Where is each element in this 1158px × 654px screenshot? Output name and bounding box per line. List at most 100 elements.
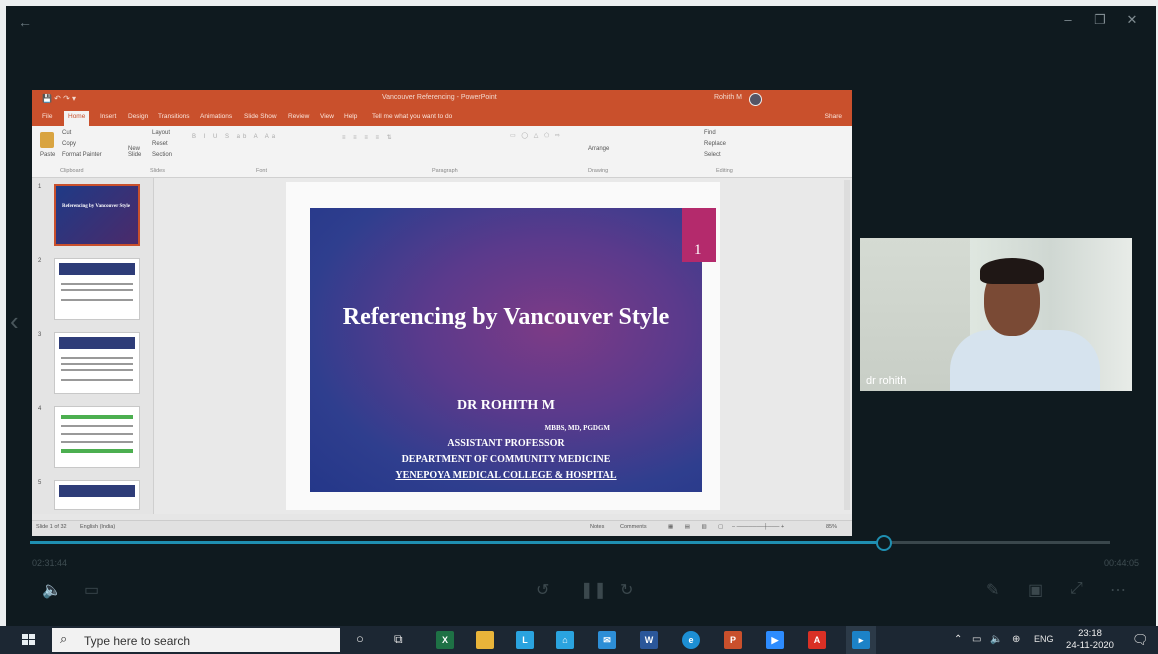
minimize-icon[interactable]: – [1056,12,1080,27]
store-icon[interactable]: ⌂ [556,631,574,649]
view-buttons[interactable]: ▦ ▤ ▥ ▢ [668,524,728,530]
zoom-level[interactable]: 85% [826,524,837,530]
captions-icon[interactable]: ▭ [84,580,99,600]
progress-played[interactable] [30,541,884,544]
mini-view-icon[interactable]: ▣ [1028,580,1043,600]
network-icon[interactable]: ⊕ [1012,634,1020,645]
tab-transitions[interactable]: Transitions [158,113,190,120]
comments-button[interactable]: Comments [620,524,647,530]
progress-remaining[interactable] [884,541,1110,544]
zoom-icon[interactable]: ▶ [766,631,784,649]
slide-1[interactable]: 1 Referencing by Vancouver Style DR ROHI… [310,208,716,492]
thumb-text-line [61,289,133,291]
quick-access-icons[interactable]: 💾 ↶ ↷ ▾ [42,94,76,103]
tab-home[interactable]: Home [64,111,90,126]
taskbar-search-box[interactable]: ⌕ Type here to search [52,628,340,652]
vertical-scrollbar[interactable] [844,180,850,510]
layout-button[interactable]: Layout [152,130,170,136]
tab-animations[interactable]: Animations [200,113,232,120]
skip-forward-30-icon[interactable]: ↻ [620,580,633,600]
new-slide-button[interactable]: New Slide [128,146,148,158]
pause-icon[interactable]: ❚❚ [580,580,607,600]
fullscreen-icon[interactable]: ⤢ [1070,580,1083,598]
battery-icon[interactable]: ▭ [972,634,981,645]
clock[interactable]: 23:18 24-11-2020 [1060,628,1120,652]
thumb-text-line [61,441,133,443]
cut-button[interactable]: Cut [62,130,71,136]
movies-tv-icon[interactable]: ▸ [852,631,870,649]
edge-icon[interactable]: e [682,631,700,649]
arrange-button[interactable]: Arrange [588,146,609,152]
mail-icon[interactable]: ✉ [598,631,616,649]
cortana-icon[interactable]: ○ [356,631,364,646]
notes-button[interactable]: Notes [590,524,604,530]
tab-review[interactable]: Review [288,113,309,120]
close-icon[interactable]: ✕ [1120,12,1144,28]
clock-date: 24-11-2020 [1066,640,1114,651]
notifications-icon[interactable]: 🗨 [1132,632,1149,648]
tab-view[interactable]: View [320,113,334,120]
slide-thumbnails-pane: 1 Referencing by Vancouver Style 2 3 4 5 [32,178,154,514]
group-clipboard: Clipboard [60,168,84,174]
paste-icon[interactable] [40,132,54,148]
thumb-number: 2 [38,258,42,264]
replace-button[interactable]: Replace [704,141,726,147]
slide-thumbnail-4[interactable] [54,406,140,468]
thumb-text-line [61,363,133,365]
language-status[interactable]: English (India) [80,524,115,530]
slide-thumbnail-3[interactable] [54,332,140,394]
volume-tray-icon[interactable]: 🔈 [990,634,1002,645]
thumb-number: 5 [38,480,42,486]
paste-button[interactable]: Paste [40,152,55,158]
tell-me-box[interactable]: Tell me what you want to do [372,113,452,120]
tab-help[interactable]: Help [344,113,357,120]
language-indicator[interactable]: ENG [1034,634,1054,644]
word-icon[interactable]: W [640,631,658,649]
share-button[interactable]: Share [825,113,842,120]
thumb-number: 1 [38,184,42,190]
back-arrow-icon[interactable]: ← [18,14,32,30]
ppt-window-title: Vancouver Referencing - PowerPoint [382,94,497,101]
thumb-title-bar [59,485,135,497]
acrobat-icon[interactable]: A [808,631,826,649]
edit-pencil-icon[interactable]: ✎ [986,580,999,600]
participant-body [950,330,1100,391]
thumb-highlight [61,449,133,453]
font-controls[interactable]: B I U S ab A Aa [192,134,278,140]
paragraph-controls[interactable]: ≡ ≡ ≡ ≡ ⇅ [342,134,395,141]
more-options-icon[interactable]: ⋯ [1110,580,1126,600]
tab-design[interactable]: Design [128,113,148,120]
tab-slide-show[interactable]: Slide Show [244,113,277,120]
search-icon: ⌕ [60,631,68,646]
slide-thumbnail-1[interactable]: Referencing by Vancouver Style [54,184,140,246]
shapes-gallery[interactable]: ▭ ◯ △ ⬠ ⇨ [510,132,562,139]
lync-icon[interactable]: L [516,631,534,649]
find-button[interactable]: Find [704,130,716,136]
excel-icon[interactable]: X [436,631,454,649]
participant-video[interactable]: dr rohith [860,238,1132,391]
reset-button[interactable]: Reset [152,141,168,147]
avatar[interactable] [749,93,762,106]
slide-canvas[interactable]: 1 Referencing by Vancouver Style DR ROHI… [286,182,720,510]
skip-back-10-icon[interactable]: ↺ [536,580,549,600]
tab-insert[interactable]: Insert [100,113,116,120]
show-hidden-icons-icon[interactable]: ⌃ [954,634,962,645]
copy-button[interactable]: Copy [62,141,76,147]
section-button[interactable]: Section [152,152,172,158]
thumb-highlight [61,415,133,419]
seek-handle[interactable] [876,535,892,551]
tab-file[interactable]: File [42,113,52,120]
previous-chevron-icon[interactable]: ‹ [10,306,19,337]
slide-thumbnail-2[interactable] [54,258,140,320]
windows-start-icon[interactable] [22,634,36,646]
file-explorer-icon[interactable] [476,631,494,649]
restore-icon[interactable]: ❐ [1088,12,1112,28]
slide-thumbnail-5[interactable] [54,480,140,510]
powerpoint-icon[interactable]: P [724,631,742,649]
slide-number-badge: 1 [682,208,716,262]
select-button[interactable]: Select [704,152,721,158]
zoom-slider[interactable]: – ───────┼─── + [732,524,784,530]
volume-icon[interactable]: 🔈 [42,580,62,600]
format-painter-button[interactable]: Format Painter [62,152,102,158]
task-view-icon[interactable]: ⧉ [394,632,403,647]
